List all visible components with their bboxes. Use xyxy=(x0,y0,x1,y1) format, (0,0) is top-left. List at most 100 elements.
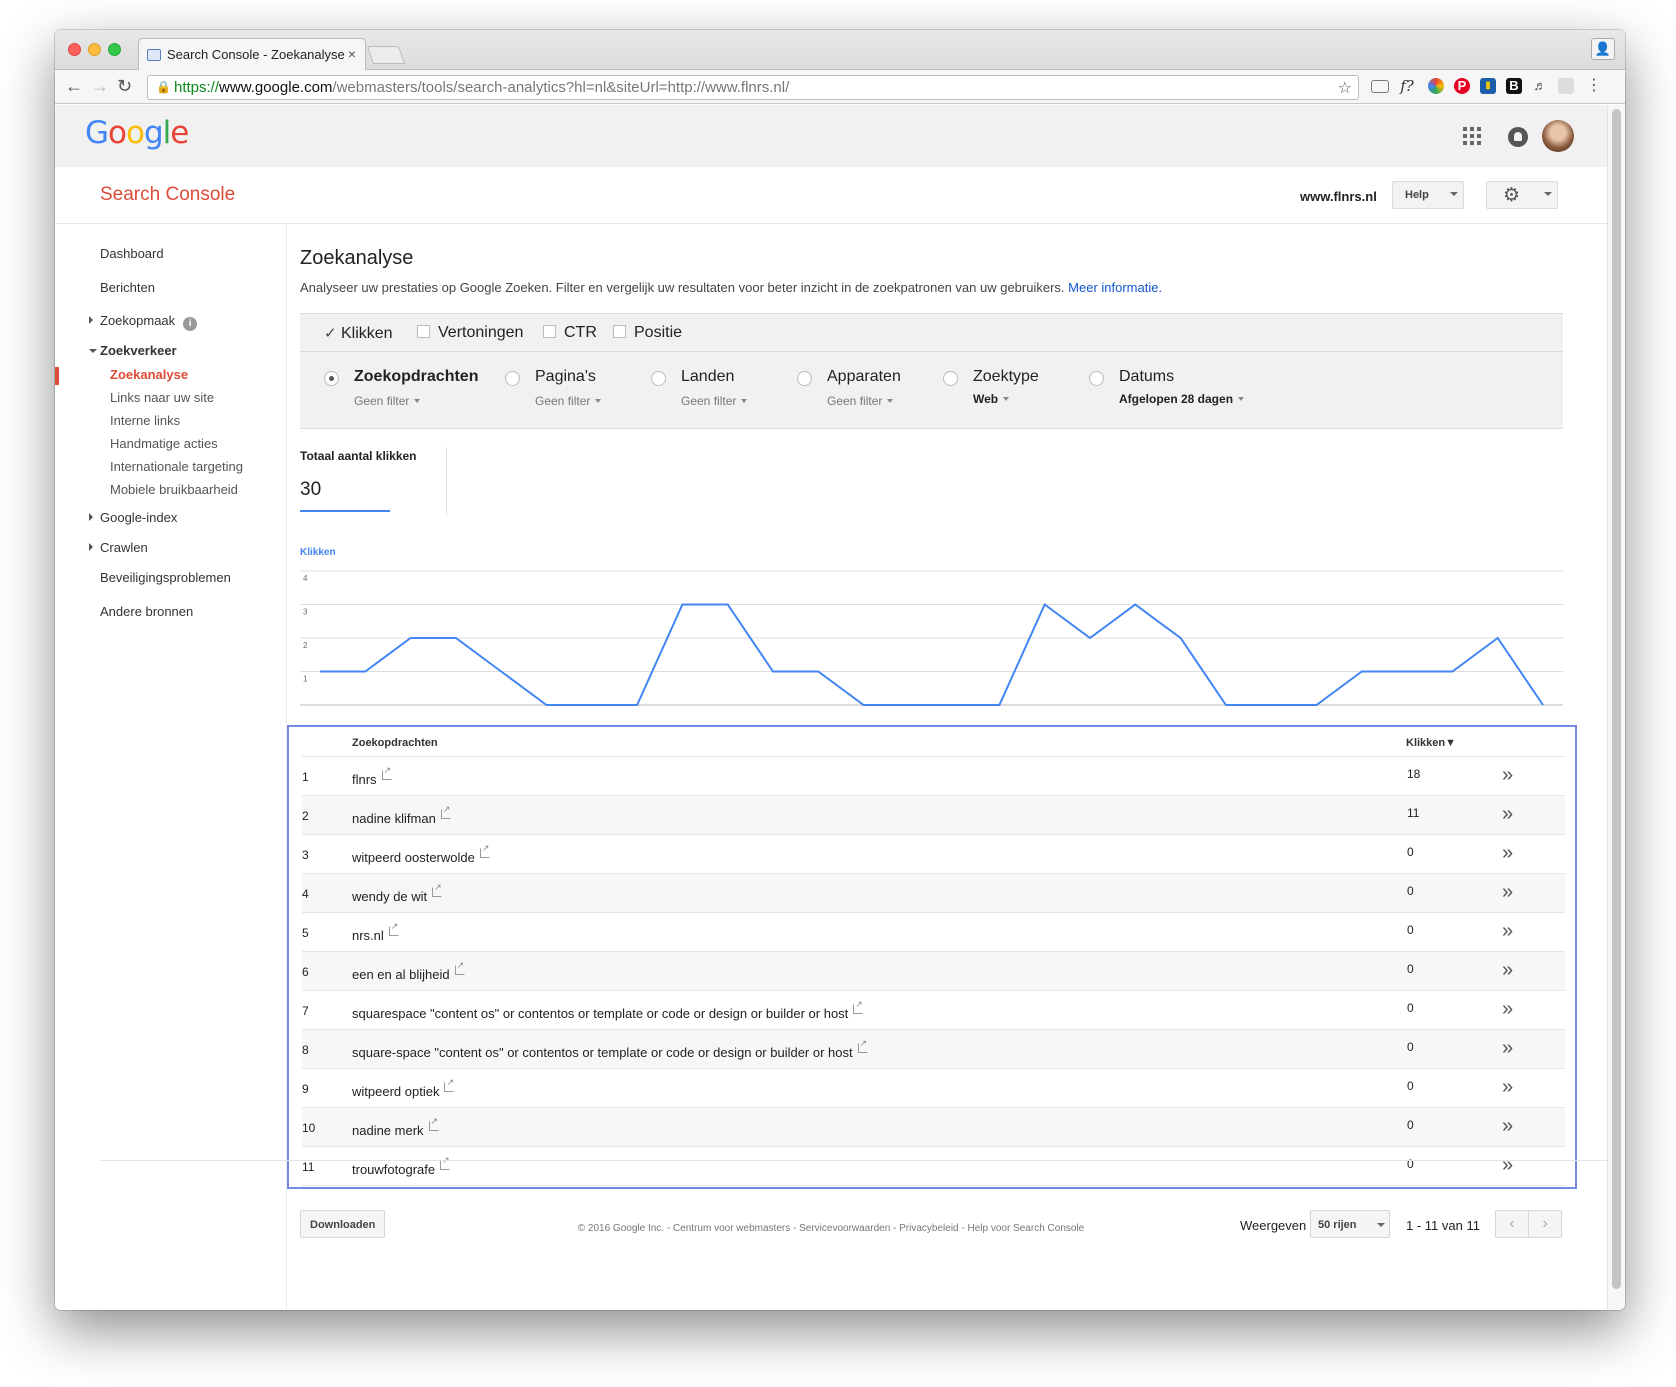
product-title[interactable]: Search Console xyxy=(100,184,235,206)
double-chevron-right-icon[interactable]: » xyxy=(1502,999,1513,1019)
back-button[interactable]: ← xyxy=(65,76,83,97)
tab-close-icon[interactable]: × xyxy=(348,46,356,62)
table-row[interactable]: 2 nadine klifman 11 » xyxy=(302,796,1565,835)
external-link-icon[interactable] xyxy=(454,960,465,975)
double-chevron-right-icon[interactable]: » xyxy=(1502,765,1513,785)
sidebar-item-zoekverkeer[interactable]: Zoekverkeer xyxy=(89,343,177,358)
double-chevron-right-icon[interactable]: » xyxy=(1502,882,1513,902)
double-chevron-right-icon[interactable]: » xyxy=(1502,1155,1513,1175)
new-tab-button[interactable] xyxy=(366,46,406,64)
sidebar-item-zoekopmaak[interactable]: Zoekopmaak i xyxy=(89,313,198,331)
close-window-button[interactable] xyxy=(68,43,81,56)
sidebar-item-crawlen[interactable]: Crawlen xyxy=(89,540,148,555)
external-link-icon[interactable] xyxy=(857,1038,868,1053)
external-link-icon[interactable] xyxy=(479,843,490,858)
site-selector[interactable]: www.flnrs.nl xyxy=(1300,189,1377,204)
clicks-cell: 0 xyxy=(1407,1040,1414,1054)
google-logo[interactable]: Google xyxy=(85,115,189,151)
pinterest-icon[interactable]: P xyxy=(1454,78,1470,94)
address-bar[interactable]: 🔒 https://www.google.com/webmasters/tool… xyxy=(147,75,1359,100)
table-row[interactable]: 8 square-space "content os" or contentos … xyxy=(302,1030,1565,1069)
copyright-footer[interactable]: © 2016 Google Inc. - Centrum voor webmas… xyxy=(55,1223,1607,1234)
scrollbar-thumb[interactable] xyxy=(1612,109,1621,1289)
query-cell: nadine klifman xyxy=(352,804,451,826)
sidebar-item-beveiligingsproblemen[interactable]: Beveiligingsproblemen xyxy=(100,570,231,585)
sidebar-item-handmatige-acties[interactable]: Handmatige acties xyxy=(110,436,218,451)
metric-clicks-checkbox[interactable]: ✓ Klikken xyxy=(324,324,393,343)
external-link-icon[interactable] xyxy=(428,1116,439,1131)
grey-extension-icon[interactable] xyxy=(1558,78,1574,94)
sidebar-item-links-naar-uw-site[interactable]: Links naar uw site xyxy=(110,390,214,405)
sidebar-item-google-index[interactable]: Google-index xyxy=(89,510,177,525)
sidebar-item-interne-links[interactable]: Interne links xyxy=(110,413,180,428)
formula-extension-icon[interactable]: f? xyxy=(1399,78,1415,94)
double-chevron-right-icon[interactable]: » xyxy=(1502,1116,1513,1136)
external-link-icon[interactable] xyxy=(440,1155,451,1170)
external-link-icon[interactable] xyxy=(853,999,864,1014)
table-row[interactable]: 7 squarespace "content os" or contentos o… xyxy=(302,991,1565,1030)
dimension-filter-dropdown[interactable]: Geen filter xyxy=(681,394,748,408)
vertical-scrollbar[interactable] xyxy=(1607,105,1625,1310)
sidebar-item-mobiele-bruikbaarheid[interactable]: Mobiele bruikbaarheid xyxy=(110,482,238,497)
table-row[interactable]: 5 nrs.nl 0 » xyxy=(302,913,1565,952)
browser-menu-icon[interactable]: ⋮ xyxy=(1586,78,1602,94)
column-header-clicks-sort[interactable]: Klikken▼ xyxy=(1406,737,1456,749)
double-chevron-right-icon[interactable]: » xyxy=(1502,960,1513,980)
table-row[interactable]: 10 nadine merk 0 » xyxy=(302,1108,1565,1147)
plugin-extension-icon[interactable]: ♬ xyxy=(1532,78,1548,94)
table-row[interactable]: 6 een en al blijheid 0 » xyxy=(302,952,1565,991)
external-link-icon[interactable] xyxy=(381,765,392,780)
double-chevron-right-icon[interactable]: » xyxy=(1502,1038,1513,1058)
maximize-window-button[interactable] xyxy=(108,43,121,56)
double-chevron-right-icon[interactable]: » xyxy=(1502,1077,1513,1097)
sidebar-item-andere-bronnen[interactable]: Andere bronnen xyxy=(100,604,193,619)
lock-icon: 🔒 xyxy=(156,80,171,94)
cast-icon[interactable] xyxy=(1371,80,1389,93)
sidebar-item-internationale-targeting[interactable]: Internationale targeting xyxy=(110,459,243,474)
double-chevron-right-icon[interactable]: » xyxy=(1502,843,1513,863)
dimension-filter-dropdown[interactable]: Geen filter xyxy=(354,394,421,408)
dimension-filter-dropdown[interactable]: Geen filter xyxy=(535,394,602,408)
color-picker-extension-icon[interactable] xyxy=(1428,78,1444,94)
sidebar-item-berichten[interactable]: Berichten xyxy=(100,280,155,295)
apps-grid-icon[interactable] xyxy=(1463,127,1481,145)
analytics-extension-icon[interactable]: ▮ xyxy=(1480,78,1496,94)
sidebar-item-dashboard[interactable]: Dashboard xyxy=(100,246,164,261)
column-header-queries[interactable]: Zoekopdrachten xyxy=(352,737,438,749)
metric-impressions-checkbox[interactable]: Vertoningen xyxy=(417,324,523,342)
metric-position-checkbox[interactable]: Positie xyxy=(613,324,682,342)
browser-tab[interactable]: Search Console - Zoekanalyse × xyxy=(138,38,366,71)
dimension-filter-dropdown[interactable]: Afgelopen 28 dagen xyxy=(1119,392,1245,406)
avatar[interactable] xyxy=(1542,120,1574,152)
clicks-cell: 0 xyxy=(1407,1001,1414,1015)
reload-button[interactable]: ↻ xyxy=(117,76,132,97)
external-link-icon[interactable] xyxy=(444,1077,455,1092)
table-row[interactable]: 9 witpeerd optiek 0 » xyxy=(302,1069,1565,1108)
total-clicks-card[interactable]: Totaal aantal klikken 30 xyxy=(300,447,447,515)
table-row[interactable]: 4 wendy de wit 0 » xyxy=(302,874,1565,913)
help-button[interactable]: Help xyxy=(1392,181,1464,209)
profile-icon[interactable]: 👤 xyxy=(1591,38,1615,60)
table-row[interactable]: 1 flnrs 18 » xyxy=(302,757,1565,796)
double-chevron-right-icon[interactable]: » xyxy=(1502,921,1513,941)
notifications-icon[interactable] xyxy=(1508,127,1528,147)
more-info-link[interactable]: Meer informatie. xyxy=(1068,280,1162,295)
minimize-window-button[interactable] xyxy=(88,43,101,56)
double-chevron-right-icon[interactable]: » xyxy=(1502,804,1513,824)
external-link-icon[interactable] xyxy=(440,804,451,819)
dimension-filter-dropdown[interactable]: Geen filter xyxy=(827,394,894,408)
clicks-series-line[interactable] xyxy=(320,602,1544,706)
table-row[interactable]: 3 witpeerd oosterwolde 0 » xyxy=(302,835,1565,874)
dimension-filter-dropdown[interactable]: Web xyxy=(973,392,1010,406)
y-tick-label: 4 xyxy=(303,574,308,583)
info-icon[interactable]: i xyxy=(183,317,198,331)
bold-extension-icon[interactable]: B xyxy=(1506,78,1522,94)
sidebar-item-zoekanalyse[interactable]: Zoekanalyse xyxy=(110,367,188,382)
settings-button[interactable]: ⚙ xyxy=(1486,181,1558,209)
external-link-icon[interactable] xyxy=(432,882,443,897)
bookmark-star-icon[interactable]: ☆ xyxy=(1338,78,1352,98)
metric-ctr-checkbox[interactable]: CTR xyxy=(543,324,597,342)
table-row[interactable]: 11trouwfotografe0» xyxy=(302,1147,1565,1186)
external-link-icon[interactable] xyxy=(388,921,399,936)
forward-button[interactable]: → xyxy=(91,76,109,97)
